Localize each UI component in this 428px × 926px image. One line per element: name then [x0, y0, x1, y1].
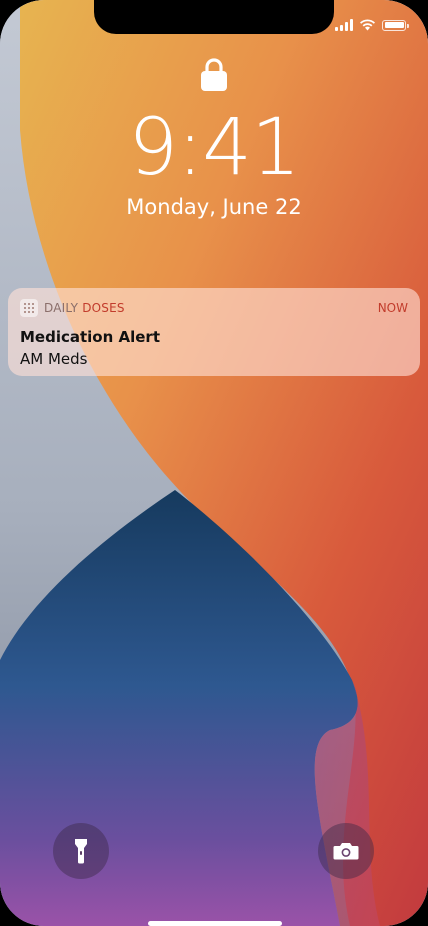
- lock-icon: [201, 58, 227, 91]
- clock-date: Monday, June 22: [126, 195, 302, 219]
- app-name-part1: DAILY: [44, 301, 83, 315]
- status-bar: [335, 16, 409, 34]
- flashlight-icon: [75, 839, 87, 864]
- battery-fill: [384, 22, 404, 28]
- home-indicator[interactable]: [148, 921, 282, 926]
- lock-screen: 9:41 Monday, June 22 DAILY DOSES NOW Med…: [0, 0, 428, 926]
- notification-time: NOW: [377, 301, 408, 315]
- wifi-icon: [360, 19, 375, 31]
- notification-app-name: DAILY DOSES: [44, 301, 125, 315]
- calendar-grid-icon: [20, 299, 38, 317]
- notification-body: AM Meds: [20, 350, 88, 368]
- clock-time: 9:41: [128, 103, 300, 193]
- flashlight-button[interactable]: [53, 823, 109, 879]
- app-name-part2: DOSES: [82, 301, 125, 315]
- notification-title: Medication Alert: [20, 328, 161, 346]
- camera-button[interactable]: [318, 823, 374, 879]
- notch: [94, 0, 334, 34]
- battery-icon: [382, 19, 409, 31]
- medication-notification[interactable]: DAILY DOSES NOW Medication Alert AM Meds: [8, 288, 420, 376]
- signal-icon: [335, 19, 353, 31]
- camera-icon: [333, 843, 359, 860]
- notification-header: DAILY DOSES NOW: [20, 298, 408, 318]
